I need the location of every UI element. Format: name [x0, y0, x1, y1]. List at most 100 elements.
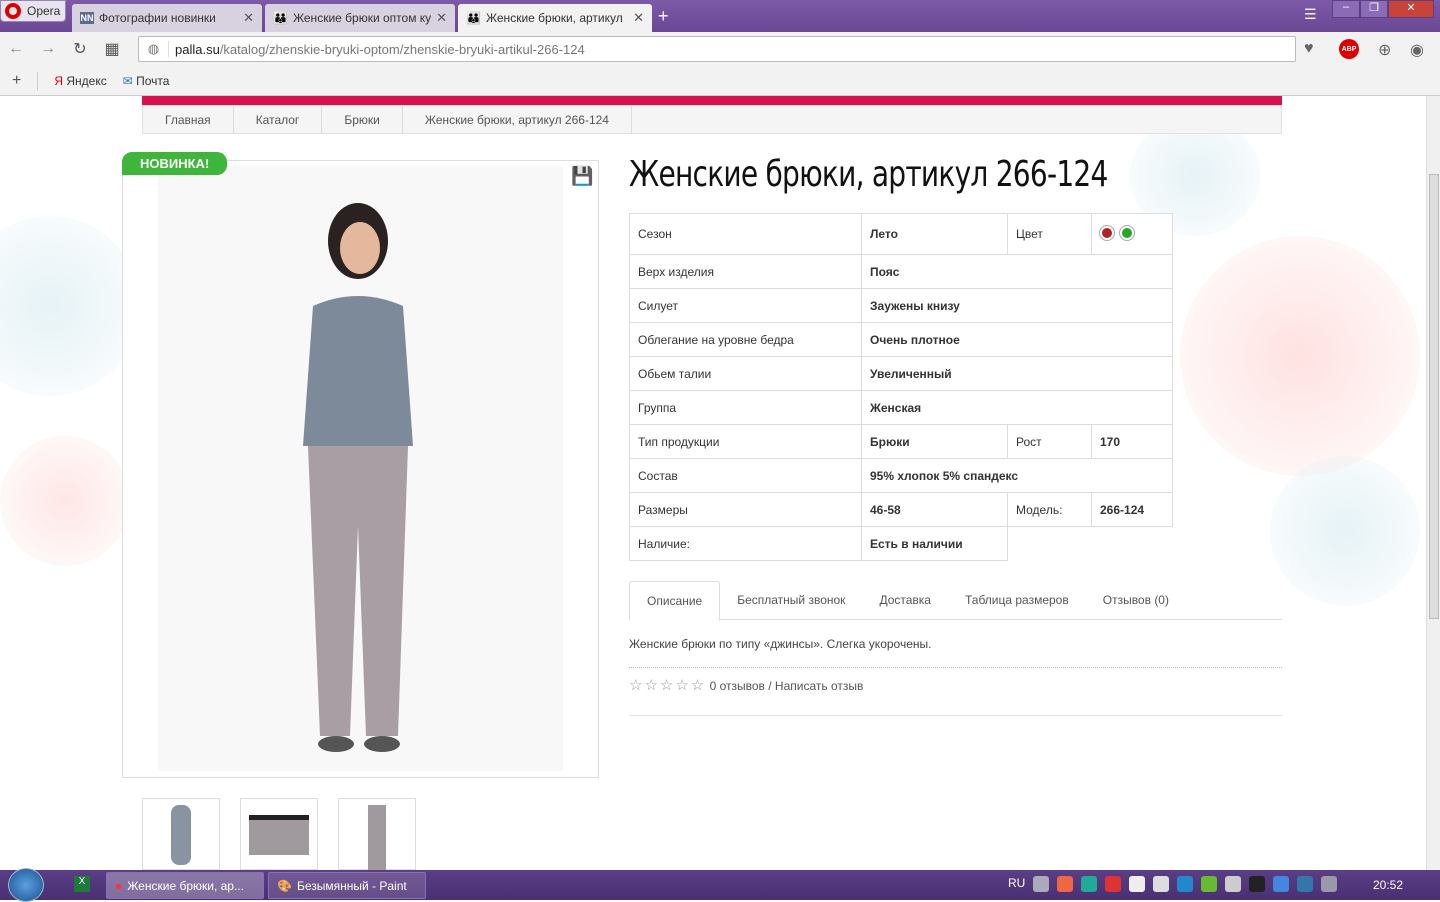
- nn-favicon-icon: NN: [80, 12, 94, 24]
- spec-value: 266-124: [1091, 492, 1173, 527]
- start-button[interactable]: [8, 868, 44, 902]
- color-swatches: [1091, 213, 1173, 255]
- opera-logo-icon: [5, 3, 21, 19]
- close-tab-icon[interactable]: ✕: [436, 10, 447, 26]
- background-flower: [0, 436, 130, 566]
- new-tab-button[interactable]: +: [658, 6, 669, 27]
- spec-label: Тип продукции: [629, 424, 862, 459]
- download-icon[interactable]: ⊕: [1378, 40, 1391, 60]
- tray-icon[interactable]: [1033, 876, 1050, 892]
- tray-icon[interactable]: [1321, 876, 1338, 892]
- product-specs-table: Сезон Лето Цвет Верх изделия Пояс Силует Зау…: [629, 213, 1173, 561]
- web-page: Главная Каталог Брюки Женские брюки, арт…: [0, 96, 1426, 870]
- maximize-button[interactable]: ❐: [1360, 0, 1388, 18]
- taskbar-label: Женские брюки, ар...: [127, 878, 244, 893]
- new-badge: НОВИНКА!: [122, 152, 228, 175]
- ccleaner-icon[interactable]: [1057, 876, 1074, 892]
- rating: ☆☆☆☆☆ 0 отзывов / Написать отзыв: [629, 676, 863, 694]
- tab-title: Фотографии новинки: [99, 11, 216, 25]
- save-icon[interactable]: 💾: [571, 166, 593, 187]
- thumbnail-3[interactable]: [338, 798, 416, 870]
- spec-label: Цвет: [1007, 213, 1092, 255]
- bookmark-label: Яндекс: [66, 73, 107, 88]
- product-title: Женские брюки, артикул 266-124: [629, 154, 1108, 195]
- color-swatch-green[interactable]: [1120, 225, 1134, 240]
- taskbar-paint[interactable]: 🎨 Безымянный - Paint: [268, 872, 426, 899]
- close-tab-icon[interactable]: ✕: [633, 10, 644, 26]
- system-tray: RU: [1008, 876, 1338, 892]
- shield-icon[interactable]: [1081, 876, 1098, 892]
- breadcrumb-catalog[interactable]: Каталог: [234, 105, 323, 134]
- spec-value: 170: [1091, 424, 1173, 459]
- spec-label: Модель:: [1007, 492, 1092, 527]
- site-info-icon[interactable]: ◍: [139, 41, 169, 57]
- spec-label: Группа: [629, 390, 862, 425]
- url-domain: palla.su: [175, 41, 220, 57]
- add-bookmark-button[interactable]: +: [12, 72, 21, 90]
- opera-menu-label: Opera: [27, 4, 61, 18]
- tab-size-chart[interactable]: Таблица размеров: [948, 581, 1086, 619]
- utorrent-icon[interactable]: [1201, 876, 1218, 892]
- taskbar-opera[interactable]: ● Женские брюки, ар...: [106, 872, 264, 899]
- tray-icon[interactable]: [1177, 876, 1194, 892]
- adblock-icon[interactable]: ABP: [1339, 39, 1359, 59]
- close-window-button[interactable]: ✕: [1388, 0, 1434, 18]
- breadcrumb-trousers[interactable]: Брюки: [322, 105, 403, 134]
- speed-dial-icon[interactable]: ▦: [96, 39, 128, 59]
- tab-trousers-wholesale[interactable]: 👪 Женские брюки оптом ку ✕: [265, 4, 455, 32]
- thumbnail-2[interactable]: [240, 798, 318, 870]
- page-scrollbar[interactable]: [1426, 96, 1440, 870]
- star-rating-icon: ☆☆☆☆☆: [629, 677, 707, 694]
- thumbnail-1[interactable]: [142, 798, 220, 870]
- account-icon[interactable]: ◉: [1410, 40, 1424, 60]
- product-tabs: Описание Бесплатный звонок Доставка Табл…: [629, 581, 1282, 621]
- tray-icon[interactable]: [1249, 876, 1266, 892]
- breadcrumb-home[interactable]: Главная: [143, 105, 234, 134]
- scrollbar-thumb[interactable]: [1429, 174, 1439, 619]
- bookmarks-bar: + Я Яндекс ✉ Почта: [0, 66, 1440, 96]
- background-flower: [0, 216, 140, 396]
- bookmark-mail[interactable]: ✉ Почта: [123, 74, 170, 88]
- back-button[interactable]: ←: [0, 40, 32, 58]
- network-icon[interactable]: [1297, 876, 1314, 892]
- opera-menu-button[interactable]: Opera: [0, 0, 66, 22]
- tray-icon[interactable]: [1273, 876, 1290, 892]
- paint-icon: 🎨: [277, 878, 292, 893]
- color-swatch-red[interactable]: [1100, 225, 1114, 240]
- spec-label: Размеры: [629, 492, 862, 527]
- tab-reviews[interactable]: Отзывов (0): [1086, 581, 1186, 619]
- thumbnail-image: [368, 805, 386, 870]
- tab-menu-icon[interactable]: ☰: [1304, 6, 1317, 23]
- close-tab-icon[interactable]: ✕: [243, 10, 254, 26]
- language-indicator[interactable]: RU: [1008, 876, 1025, 892]
- excel-icon[interactable]: X: [74, 876, 90, 892]
- signal-icon[interactable]: [1153, 876, 1170, 892]
- spec-label: Сезон: [629, 213, 862, 255]
- tab-current[interactable]: 👪 Женские брюки, артикул ✕: [458, 4, 652, 32]
- bookmark-heart-icon[interactable]: ♥: [1304, 40, 1314, 58]
- tab-free-call[interactable]: Бесплатный звонок: [720, 581, 862, 619]
- spec-value: Женская: [861, 390, 1173, 425]
- tab-photos[interactable]: NN Фотографии новинки ✕: [72, 4, 262, 32]
- volume-muted-icon[interactable]: [1225, 876, 1242, 892]
- tab-bar: Opera NN Фотографии новинки ✕ 👪 Женские брю…: [0, 0, 1440, 32]
- tab-description[interactable]: Описание: [629, 581, 721, 621]
- kaspersky-icon[interactable]: [1105, 876, 1122, 892]
- power-icon[interactable]: [1129, 876, 1146, 892]
- reload-button[interactable]: ↻: [64, 39, 96, 59]
- reviews-link[interactable]: 0 отзывов / Написать отзыв: [710, 679, 864, 693]
- browser-toolbar: ← → ↻ ▦ ◍ palla.su/katalog/zhenskie-bryuk…: [0, 32, 1440, 66]
- forward-button[interactable]: →: [32, 40, 64, 58]
- clock[interactable]: 20:52: [1373, 878, 1403, 892]
- address-bar[interactable]: ◍ palla.su/katalog/zhenskie-bryuki-optom/…: [138, 36, 1296, 62]
- header-bar: [142, 96, 1282, 105]
- windows-taskbar: X ● Женские брюки, ар... 🎨 Безымянный - Pa…: [0, 868, 1440, 902]
- bookmark-yandex[interactable]: Я Яндекс: [54, 74, 106, 88]
- background-flower: [1270, 456, 1420, 606]
- product-image[interactable]: [122, 160, 599, 778]
- minimize-button[interactable]: –: [1332, 0, 1360, 18]
- spec-label: Обьем талии: [629, 356, 862, 391]
- divider: [629, 667, 1282, 668]
- spec-value: Есть в наличии: [861, 526, 1008, 561]
- tab-delivery[interactable]: Доставка: [862, 581, 948, 619]
